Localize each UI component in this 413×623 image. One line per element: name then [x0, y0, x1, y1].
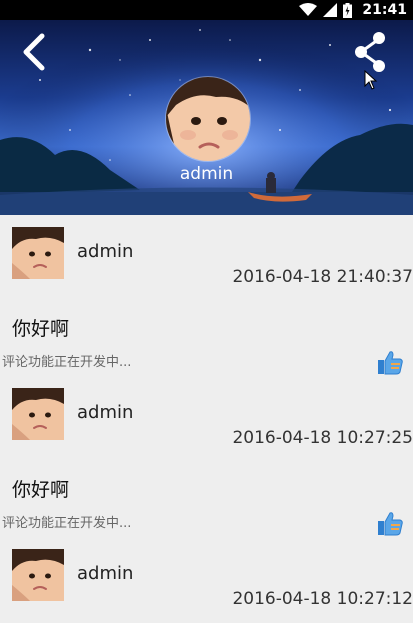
post-time: 2016-04-18 10:27:12: [232, 589, 413, 609]
author-avatar[interactable]: [12, 549, 64, 601]
signal-icon: [323, 3, 338, 17]
author-name: admin: [77, 402, 134, 423]
list-item[interactable]: admin 2016-04-18 21:40:37 你好啊 评论功能正在开发中.…: [0, 215, 413, 376]
author-avatar[interactable]: [12, 388, 64, 440]
profile-username: admin: [179, 164, 234, 184]
child-face-thumbnail-image: [12, 227, 64, 279]
profile-header: admin: [0, 20, 413, 215]
post-time: 2016-04-18 21:40:37: [232, 267, 413, 287]
thumbs-up-icon: [378, 512, 403, 536]
share-icon: [355, 32, 385, 72]
mouse-cursor-icon: [364, 70, 378, 90]
battery-icon: [343, 2, 353, 18]
child-face-thumbnail-image: [12, 549, 64, 601]
list-item[interactable]: admin 2016-04-18 10:27:25 你好啊 评论功能正在开发中.…: [0, 376, 413, 537]
child-face-thumbnail-image: [12, 388, 64, 440]
like-button[interactable]: [377, 510, 403, 536]
share-button[interactable]: [353, 30, 389, 74]
profile-avatar[interactable]: [165, 76, 251, 162]
author-name: admin: [77, 563, 134, 584]
thumbs-up-icon: [378, 351, 403, 375]
comment-status: 评论功能正在开发中...: [2, 355, 132, 370]
post-list[interactable]: admin 2016-04-18 21:40:37 你好啊 评论功能正在开发中.…: [0, 215, 413, 617]
like-button[interactable]: [377, 349, 403, 375]
status-time: 21:41: [362, 2, 407, 18]
wifi-icon: [299, 3, 318, 17]
author-avatar[interactable]: [12, 227, 64, 279]
status-bar: 21:41: [0, 0, 413, 20]
post-title: 你好啊: [12, 318, 70, 340]
post-time: 2016-04-18 10:27:25: [232, 428, 413, 448]
post-title: 你好啊: [12, 479, 70, 501]
author-name: admin: [77, 241, 134, 262]
comment-status: 评论功能正在开发中...: [2, 516, 132, 531]
back-arrow-icon: [23, 33, 45, 71]
list-item[interactable]: admin 2016-04-18 10:27:12: [0, 537, 413, 617]
child-face-avatar-image: [166, 77, 250, 161]
back-button[interactable]: [18, 32, 50, 72]
